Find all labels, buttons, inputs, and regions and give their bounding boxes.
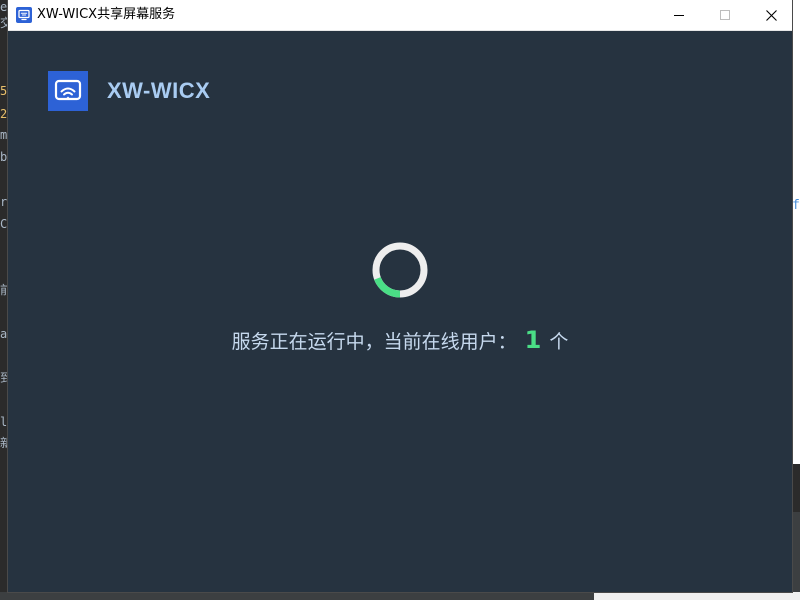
window-title: XW-WICX共享屏幕服务: [37, 7, 176, 22]
background-ide-panel-left: e 交 5 2 m b r C 前 a 到 l 新: [0, 0, 8, 600]
background-ide-panel-right: [792, 512, 800, 600]
maximize-icon: [720, 10, 730, 20]
background-glyph: 前: [0, 283, 8, 297]
brand-name: XW-WICX: [107, 78, 211, 103]
title-bar[interactable]: XW-WICX共享屏幕服务: [8, 0, 792, 31]
background-glyph: 新: [0, 436, 8, 450]
background-glyph: l: [0, 415, 8, 429]
close-icon: [765, 9, 777, 21]
background-glyph: e: [0, 0, 8, 14]
online-user-count: 1: [524, 326, 542, 354]
cast-screen-icon: [16, 7, 32, 23]
app-window: XW-WICX共享屏幕服务 XW-WICX 服务正在运行中，当前在线用户： 1 …: [8, 0, 792, 592]
background-window-bottom: [594, 592, 800, 600]
background-glyph: 交: [0, 16, 8, 30]
status-line: 服务正在运行中，当前在线用户： 1 个: [8, 324, 792, 358]
count-unit: 个: [549, 331, 569, 353]
background-window-right: f: [792, 0, 800, 600]
background-glyph: 2: [0, 107, 8, 121]
background-ide-panel-right: [792, 464, 800, 512]
background-glyph: f: [792, 198, 800, 213]
wireless-cast-icon: [48, 71, 88, 111]
status-text: 服务正在运行中，当前在线用户：: [231, 331, 517, 353]
background-glyph: m: [0, 128, 8, 142]
minimize-icon: [674, 15, 684, 16]
spinner-icon: [372, 242, 428, 298]
background-glyph: C: [0, 217, 8, 231]
background-glyph: r: [0, 195, 8, 209]
background-glyph: a: [0, 327, 8, 341]
background-glyph: 到: [0, 371, 8, 385]
background-glyph: 5: [0, 84, 8, 98]
maximize-button[interactable]: [702, 0, 748, 30]
minimize-button[interactable]: [656, 0, 702, 30]
background-glyph: b: [0, 150, 8, 164]
close-button[interactable]: [748, 0, 794, 30]
